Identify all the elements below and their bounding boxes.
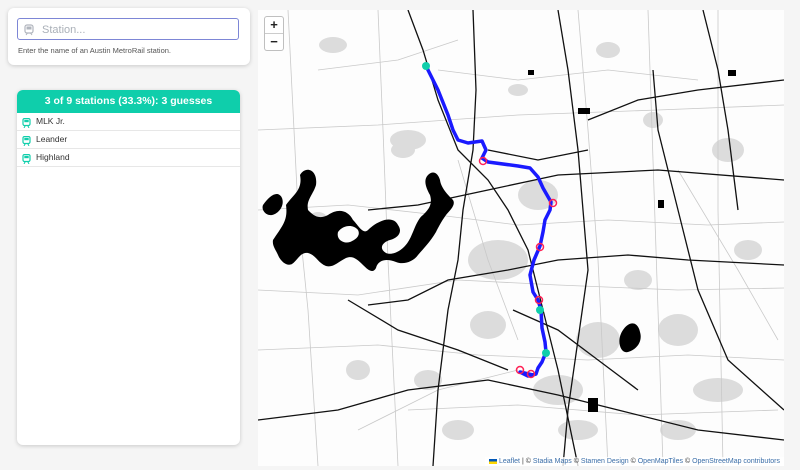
result-item[interactable]: Leander <box>17 131 240 149</box>
attribution-separator: | © <box>520 458 533 465</box>
score-header: 3 of 9 stations (33.3%): 3 guesses <box>17 90 240 113</box>
results-panel: 3 of 9 stations (33.3%): 3 guesses MLK J… <box>17 90 240 445</box>
search-panel: Enter the name of an Austin MetroRail st… <box>8 8 250 65</box>
station-search-input[interactable] <box>40 20 234 40</box>
search-help-text: Enter the name of an Austin MetroRail st… <box>18 46 171 55</box>
openstreetmap-link[interactable]: OpenStreetMap contributors <box>692 458 780 465</box>
result-label: MLK Jr. <box>36 116 65 126</box>
station-marker-found[interactable] <box>542 349 550 357</box>
station-search-box[interactable] <box>17 18 239 40</box>
result-label: Highland <box>36 152 70 162</box>
metrorail-line <box>424 64 553 378</box>
zoom-control: + − <box>264 16 284 51</box>
attribution-separator: © <box>628 458 638 465</box>
openmaptiles-link[interactable]: OpenMapTiles <box>638 458 683 465</box>
ukraine-flag-icon <box>488 458 497 464</box>
leaflet-link[interactable]: Leaflet <box>499 458 520 465</box>
stadia-link[interactable]: Stadia Maps <box>533 458 572 465</box>
train-icon <box>22 153 31 170</box>
result-label: Leander <box>36 134 68 144</box>
attribution-separator: © <box>683 458 693 465</box>
result-item[interactable]: Highland <box>17 149 240 167</box>
stamen-link[interactable]: Stamen Design <box>581 458 629 465</box>
train-icon <box>23 23 35 41</box>
zoom-out-button[interactable]: − <box>265 33 283 50</box>
station-marker-found[interactable] <box>422 62 430 70</box>
station-marker-found[interactable] <box>536 306 544 314</box>
attribution-separator: © <box>571 458 581 465</box>
rail-line-layer <box>422 62 558 379</box>
zoom-in-button[interactable]: + <box>265 17 283 33</box>
result-item[interactable]: MLK Jr. <box>17 113 240 131</box>
map-attribution: Leaflet | © Stadia Maps © Stamen Design … <box>484 457 784 466</box>
map[interactable]: + − Leaflet | © Stadia Maps © Stamen Des… <box>258 10 784 466</box>
